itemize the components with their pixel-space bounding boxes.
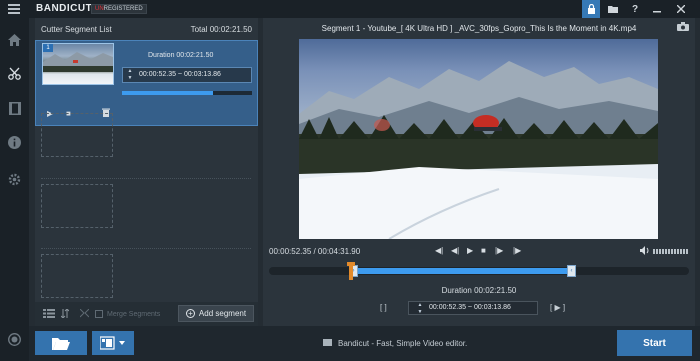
segment-range-spinner[interactable]: ▲ ▼ xyxy=(125,68,135,82)
segment-list-title: Cutter Segment List xyxy=(41,25,112,34)
video-title: Segment 1 - Youtube_[ 4K Ultra HD ] _AVC… xyxy=(321,24,637,33)
segment-range-value: 00:00:52.35 ~ 00:03:13.86 xyxy=(139,71,221,78)
stop-icon[interactable]: ■ xyxy=(481,246,486,255)
snapshot-camera-icon[interactable] xyxy=(677,22,689,34)
lock-icon[interactable] xyxy=(582,0,600,18)
info-icon[interactable] xyxy=(7,135,22,150)
app-logo: BANDICUT xyxy=(36,3,93,14)
add-segment-button[interactable]: + Add segment xyxy=(178,305,254,322)
bottom-bar: Bandicut - Fast, Simple Video editor. St… xyxy=(29,326,700,361)
prev-segment-icon[interactable]: ◀| xyxy=(435,246,443,255)
output-format-button[interactable] xyxy=(92,331,134,355)
title-bar: BANDICUT UNREGISTERED ? xyxy=(0,0,700,18)
help-icon[interactable]: ? xyxy=(626,0,644,18)
cut-range-field[interactable]: ▲ ▼ 00:00:52.35 ~ 00:03:13.86 xyxy=(408,301,538,315)
empty-segment-slot xyxy=(41,254,113,298)
list-view-icon[interactable] xyxy=(43,309,55,320)
settings-icon[interactable] xyxy=(7,172,22,187)
add-icon: + xyxy=(185,309,195,318)
segment-total-duration: Total 00:02:21.50 xyxy=(190,25,252,34)
empty-segment-slot xyxy=(41,113,113,157)
bandicut-window: BANDICUT UNREGISTERED ? Cutter Segment L… xyxy=(0,0,700,361)
record-icon[interactable] xyxy=(7,332,22,347)
segment-duration: Duration 00:02:21.50 xyxy=(148,52,214,59)
footer-message: Bandicut - Fast, Simple Video editor. xyxy=(338,339,468,348)
playhead[interactable] xyxy=(347,262,355,280)
cut-range-spinner[interactable]: ▲ ▼ xyxy=(415,302,425,316)
menu-icon[interactable] xyxy=(8,4,20,14)
unregistered-badge: UNREGISTERED xyxy=(91,4,147,14)
minimize-icon[interactable] xyxy=(648,0,666,18)
segment-progress-fill xyxy=(122,91,213,95)
video-preview[interactable] xyxy=(299,39,658,239)
badge-prefix: UN xyxy=(95,6,104,12)
merge-segments-label: Merge Segments xyxy=(107,310,161,318)
empty-segment-slot xyxy=(41,184,113,228)
segment-list-header: Cutter Segment List Total 00:02:21.50 xyxy=(35,18,258,40)
playback-time: 00:00:52.35 / 00:04:31.90 xyxy=(269,247,361,256)
segment-list-footer: Merge Segments + Add segment xyxy=(35,302,258,326)
sort-icon[interactable] xyxy=(60,308,70,320)
segment-progress-bar xyxy=(122,91,252,95)
segment-thumbnail[interactable]: 1 xyxy=(42,43,114,85)
open-folder-button[interactable] xyxy=(35,331,87,355)
left-rail xyxy=(0,18,29,361)
segment-number: 1 xyxy=(43,44,53,52)
slot-divider xyxy=(41,178,251,179)
chat-bubble-icon xyxy=(323,339,332,346)
open-folder-icon xyxy=(52,337,70,350)
film-icon[interactable] xyxy=(7,101,22,116)
add-segment-label: Add segment xyxy=(198,309,247,318)
set-end-button[interactable]: [ ▶ ] xyxy=(550,303,565,312)
footer-message-row: Bandicut - Fast, Simple Video editor. xyxy=(323,339,467,348)
video-frame-scene xyxy=(299,61,658,239)
video-format-icon xyxy=(100,336,125,350)
play-icon[interactable]: ▶ xyxy=(467,246,473,255)
segment-range-field[interactable]: ▲ ▼ 00:00:52.35 ~ 00:03:13.86 xyxy=(122,67,252,83)
home-icon[interactable] xyxy=(7,32,22,47)
volume-slider[interactable] xyxy=(653,249,689,254)
badge-rest: REGISTERED xyxy=(103,6,143,12)
volume-icon[interactable] xyxy=(640,246,650,257)
cut-duration: Duration 00:02:21.50 xyxy=(441,286,517,295)
close-icon[interactable] xyxy=(672,0,690,18)
split-icon[interactable] xyxy=(79,308,90,320)
segment-list-panel: Cutter Segment List Total 00:02:21.50 1 … xyxy=(35,18,258,326)
slot-divider xyxy=(41,248,251,249)
set-start-button[interactable]: [ ] xyxy=(380,303,387,312)
next-segment-icon[interactable]: |▶ xyxy=(513,246,521,255)
cut-range-value: 00:00:52.35 ~ 00:03:13.86 xyxy=(429,304,511,311)
merge-checkbox-box[interactable] xyxy=(95,310,103,318)
video-panel: Segment 1 - Youtube_[ 4K Ultra HD ] _AVC… xyxy=(263,18,695,326)
cut-icon[interactable] xyxy=(7,66,22,81)
merge-segments-checkbox[interactable]: Merge Segments xyxy=(95,310,160,318)
step-back-icon[interactable]: ◀| xyxy=(451,246,459,255)
range-end-handle[interactable]: ‹ xyxy=(567,265,576,277)
selected-range xyxy=(353,268,571,274)
step-forward-icon[interactable]: |▶ xyxy=(495,246,503,255)
start-button[interactable]: Start xyxy=(617,330,692,356)
cut-timeline[interactable]: › ‹ xyxy=(269,265,689,277)
folder-icon[interactable] xyxy=(604,0,622,18)
